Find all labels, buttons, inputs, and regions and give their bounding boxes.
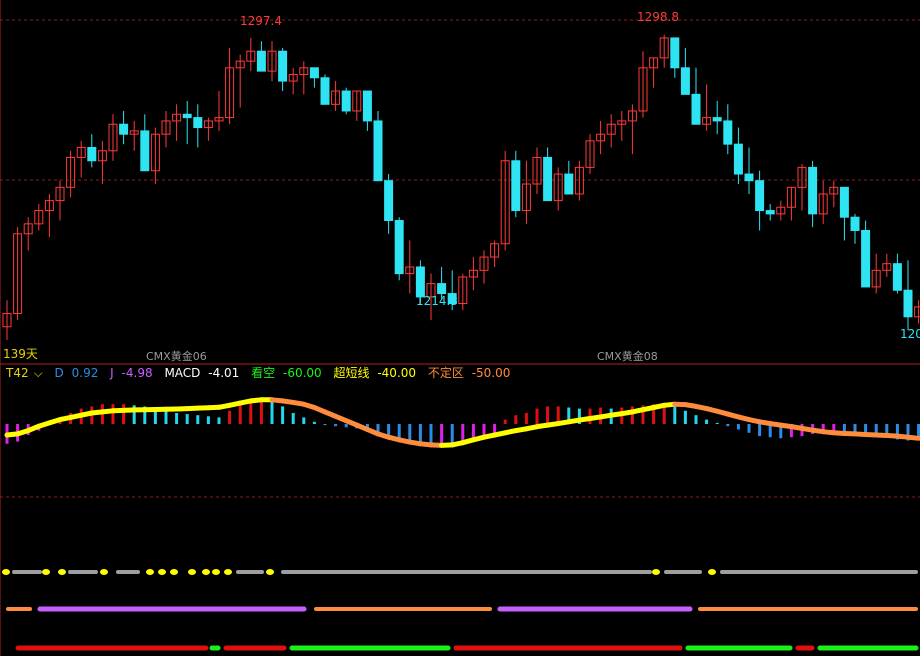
price-high-label-2: 1298.8 <box>637 10 679 24</box>
price-low-label: 1214.3 <box>416 294 458 308</box>
candle-body <box>362 90 372 122</box>
neutral-zone-value: 不定区 -50.00 <box>427 366 511 380</box>
macd-value: MACD -4.01 <box>164 366 240 380</box>
candle-body <box>415 266 425 298</box>
candle-body <box>712 117 722 122</box>
candle-body <box>723 120 733 145</box>
candle-body <box>437 283 447 295</box>
signal-dot <box>58 569 66 575</box>
candle-body <box>744 173 754 182</box>
signal-dot <box>212 569 220 575</box>
signal-dot <box>202 569 210 575</box>
candle-body <box>320 77 330 105</box>
signal-dot <box>2 569 10 575</box>
candle-body <box>193 117 203 129</box>
signal-dot <box>158 569 166 575</box>
candle-body <box>564 173 574 195</box>
candle-body <box>182 113 192 119</box>
contract-label-08: CMX黄金08 <box>597 350 658 363</box>
candle-body <box>87 146 97 162</box>
chevron-down-icon[interactable]: ⌵ <box>34 366 43 380</box>
candle-body <box>765 210 775 215</box>
signal-dot <box>652 569 660 575</box>
candle-body <box>861 229 871 288</box>
bar-count-label: 139天 <box>3 347 38 361</box>
candle-body <box>903 289 913 318</box>
bear-value: 看空 -60.00 <box>251 366 322 380</box>
contract-label-06: CMX黄金06 <box>146 350 207 363</box>
candle-body <box>341 90 351 112</box>
signal-dot <box>42 569 50 575</box>
signal-dot <box>224 569 232 575</box>
candle-body <box>119 123 129 135</box>
chart-window: 1297.4 1298.8 1214.3 120 139天 CMX黄金06 CM… <box>0 0 920 656</box>
candle-body <box>733 143 743 175</box>
candle-body <box>839 186 849 218</box>
candle-body <box>670 37 680 69</box>
candle-body <box>691 93 701 125</box>
price-high-label-1: 1297.4 <box>240 14 282 28</box>
candle-body <box>808 166 818 215</box>
candle-body <box>543 156 553 202</box>
price-edge-label: 120 <box>900 327 920 341</box>
candle-body <box>256 50 266 72</box>
candle-body <box>140 130 150 172</box>
candle-body <box>394 220 404 275</box>
short-term-value: 超短线 -40.00 <box>333 366 417 380</box>
candle-body <box>384 180 394 222</box>
candle-body <box>680 67 690 95</box>
indicator-selector[interactable]: T42 ⌵ <box>6 366 47 380</box>
candle-body <box>511 160 521 212</box>
signal-dot <box>100 569 108 575</box>
candle-body <box>892 263 902 291</box>
signal-dot <box>170 569 178 575</box>
signal-line-segment <box>905 434 920 441</box>
candle-body <box>309 67 319 79</box>
signal-dot <box>146 569 154 575</box>
candle-body <box>373 120 383 182</box>
candle-body <box>278 50 288 82</box>
indicator-header: T42 ⌵ D 0.92 J -4.98 MACD -4.01 看空 -60.00… <box>6 366 518 380</box>
candle-body <box>850 216 860 231</box>
d-value: D 0.92 <box>54 366 99 380</box>
candle-body <box>914 306 920 318</box>
signal-dot <box>188 569 196 575</box>
stock-chart-canvas[interactable] <box>0 0 920 656</box>
candle-body <box>755 180 765 212</box>
signal-dot <box>266 569 274 575</box>
j-value: J -4.98 <box>110 366 153 380</box>
signal-dot <box>708 569 716 575</box>
